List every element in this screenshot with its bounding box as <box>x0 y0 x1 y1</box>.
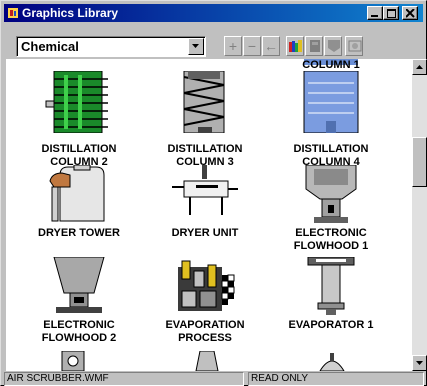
arrow-left-icon: ← <box>264 38 278 54</box>
dryer-unit-image <box>170 165 240 225</box>
close-button[interactable] <box>402 6 418 20</box>
item-label-line1: ELECTRONIC <box>295 227 367 239</box>
category-combobox[interactable]: Chemical <box>16 36 206 57</box>
toolbar: Chemical + − ← <box>4 24 423 60</box>
page-icon <box>310 40 320 52</box>
item-label-line1: DISTILLATION <box>167 143 243 155</box>
chevron-down-icon <box>192 44 199 48</box>
distillation-column-4-image <box>296 70 366 134</box>
scroll-thumb[interactable] <box>412 137 427 187</box>
maximize-button[interactable] <box>383 6 399 20</box>
evaporator-1-image <box>296 256 366 317</box>
status-bar: AIR SCRUBBER.WMF READ ONLY <box>4 372 425 386</box>
graphics-item-distillation-column-3[interactable]: DISTILLATION COLUMN 3 <box>140 70 270 171</box>
title-bar[interactable]: Graphics Library <box>4 4 423 22</box>
window-title: Graphics Library <box>22 6 119 20</box>
vertical-scrollbar[interactable] <box>412 59 427 371</box>
partial-item-image <box>195 351 219 371</box>
graphics-item-evaporation-process[interactable]: EVAPORATION PROCESS <box>140 257 270 357</box>
item-label-line1: ELECTRONIC <box>43 319 115 331</box>
graphics-item-dryer-unit[interactable]: DRYER UNIT <box>140 165 270 265</box>
partial-item-image <box>61 351 85 371</box>
add-button[interactable]: + <box>224 36 242 56</box>
distillation-column-2-image <box>44 70 114 134</box>
gear-icon <box>348 40 362 52</box>
electronic-flowhood-2-image <box>44 256 114 317</box>
minimize-button[interactable] <box>367 6 383 20</box>
graphics-grid[interactable]: COLUMN 1 DISTILLATION COLUMN 2 DISTILLAT… <box>6 59 412 371</box>
options-button[interactable] <box>345 36 363 56</box>
shape-icon <box>328 40 340 52</box>
scroll-up-button[interactable] <box>412 59 427 75</box>
electronic-flowhood-1-image <box>296 164 366 225</box>
plus-icon: + <box>228 38 238 54</box>
item-label: DRYER UNIT <box>171 227 239 239</box>
graphics-item-dryer-tower[interactable]: DRYER TOWER <box>14 164 144 265</box>
item-label-line1: DISTILLATION <box>293 143 369 155</box>
arrow-down-icon <box>416 361 423 365</box>
library-button[interactable] <box>286 36 304 56</box>
minus-icon: − <box>247 38 257 54</box>
item-label: DRYER TOWER <box>38 227 120 239</box>
item-label-line2: FLOWHOOD 2 <box>41 332 117 344</box>
back-button[interactable]: ← <box>262 36 280 56</box>
minimize-icon <box>371 15 378 17</box>
graphics-item-distillation-column-2[interactable]: DISTILLATION COLUMN 2 <box>14 70 144 171</box>
evaporation-process-image <box>170 257 240 317</box>
graphics-item-evaporator-1[interactable]: EVAPORATOR 1 <box>266 256 396 357</box>
item-label-line1: DISTILLATION <box>41 143 117 155</box>
close-icon <box>406 9 415 18</box>
category-value: Chemical <box>21 39 79 54</box>
books-icon <box>289 40 302 52</box>
app-icon <box>8 8 18 18</box>
item-label-line1: EVAPORATION <box>165 319 245 331</box>
graphics-item-distillation-column-4[interactable]: DISTILLATION COLUMN 4 <box>266 70 396 171</box>
status-mode: READ ONLY <box>248 372 424 386</box>
maximize-icon <box>387 9 396 18</box>
dryer-tower-image <box>44 164 114 225</box>
graphics-item-electronic-flowhood-2[interactable]: ELECTRONIC FLOWHOOD 2 <box>14 256 144 357</box>
graphics-item-electronic-flowhood-1[interactable]: ELECTRONIC FLOWHOOD 1 <box>266 164 396 265</box>
item-label: EVAPORATOR 1 <box>288 319 374 331</box>
distillation-column-3-image <box>170 70 240 134</box>
remove-button[interactable]: − <box>243 36 261 56</box>
scroll-down-button[interactable] <box>412 355 427 371</box>
combobox-dropdown-button[interactable] <box>188 38 204 55</box>
page-button[interactable] <box>305 36 323 56</box>
partial-item-image <box>319 353 345 371</box>
graphics-library-window: Graphics Library Chemical + − ← COLUMN 1… <box>0 0 427 386</box>
status-file-name: AIR SCRUBBER.WMF <box>4 372 244 386</box>
shape-button[interactable] <box>324 36 342 56</box>
item-label-line2: FLOWHOOD 1 <box>293 240 369 252</box>
arrow-up-icon <box>416 65 423 69</box>
item-label-line2: PROCESS <box>178 332 232 344</box>
